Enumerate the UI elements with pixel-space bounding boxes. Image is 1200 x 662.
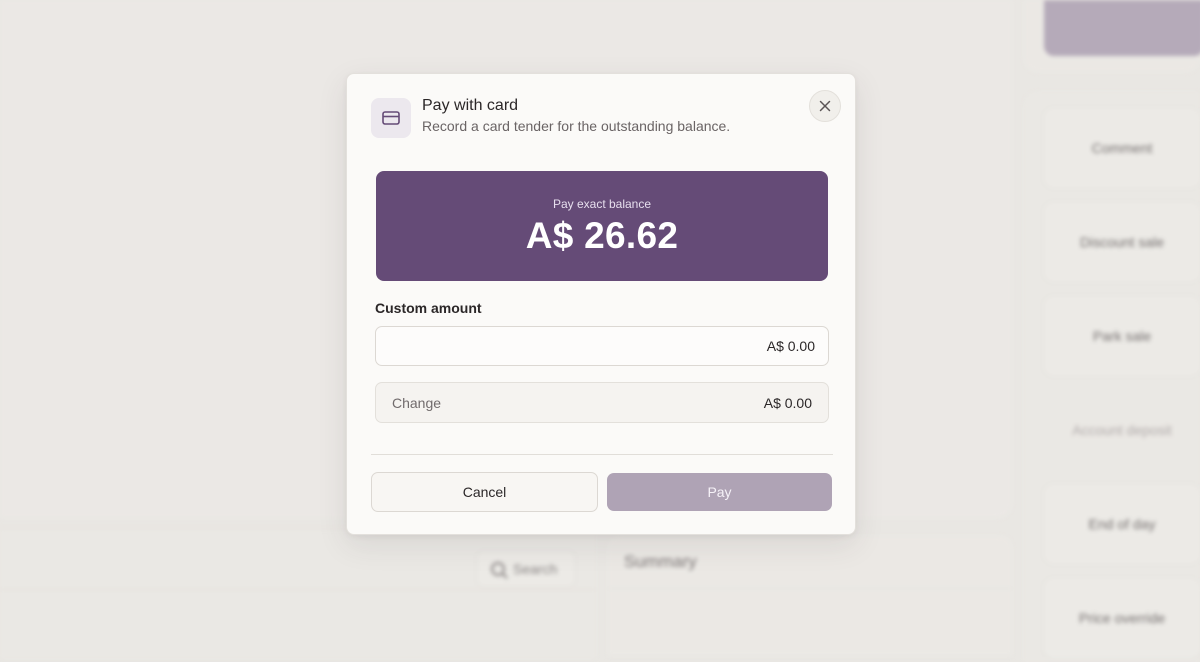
- close-icon: [819, 100, 831, 112]
- pay-with-card-dialog: Pay with card Record a card tender for t…: [346, 73, 856, 535]
- cancel-button[interactable]: Cancel: [371, 472, 598, 512]
- change-label: Change: [392, 395, 442, 411]
- pay-exact-balance-button[interactable]: Pay exact balance A$ 26.62: [376, 171, 828, 281]
- exact-balance-amount: A$ 26.62: [525, 215, 679, 256]
- change-display: Change A$ 0.00: [375, 382, 829, 423]
- footer-divider: [371, 454, 833, 455]
- pay-button[interactable]: Pay: [607, 473, 832, 511]
- custom-amount-input[interactable]: [375, 326, 829, 366]
- change-value: A$ 0.00: [763, 395, 812, 411]
- dialog-title: Pay with card: [422, 97, 519, 114]
- credit-card-icon: [382, 111, 400, 125]
- custom-amount-label: Custom amount: [375, 300, 482, 316]
- dialog-icon-tile: [371, 98, 411, 138]
- exact-balance-label: Pay exact balance: [552, 197, 652, 211]
- close-button[interactable]: [809, 90, 841, 122]
- dialog-subtitle: Record a card tender for the outstanding…: [422, 118, 731, 134]
